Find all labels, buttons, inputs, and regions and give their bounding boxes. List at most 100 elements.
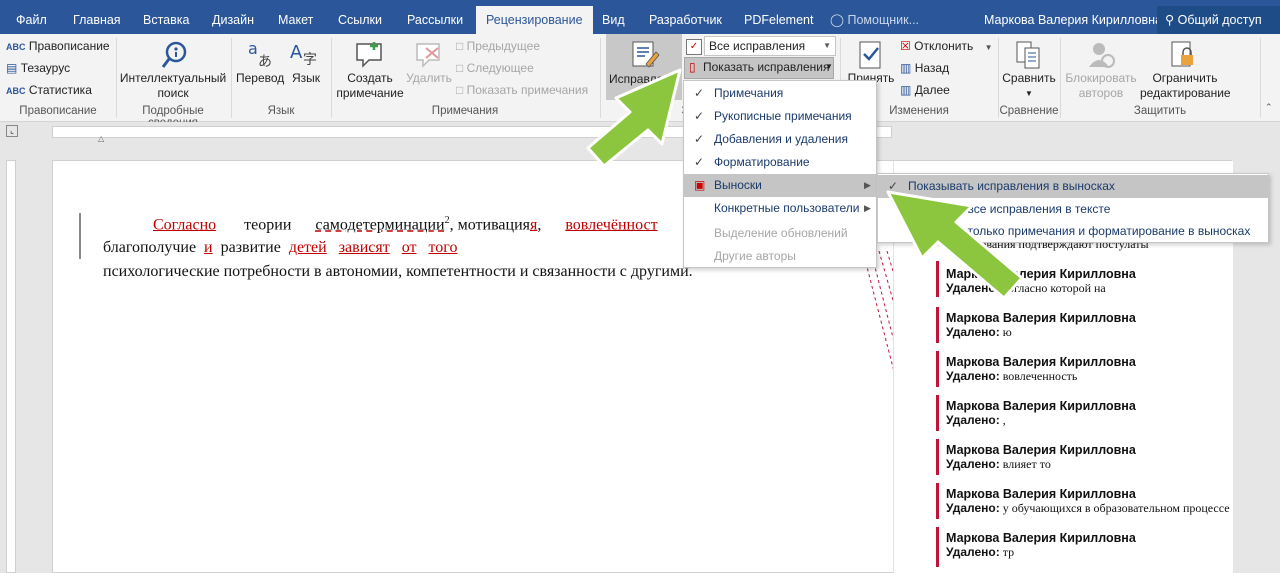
lightbulb-icon: ◯: [830, 13, 844, 27]
doc-text: теории: [244, 216, 292, 234]
change-bar: [79, 213, 81, 259]
menu-item-ink[interactable]: ✓ Рукописные примечания: [684, 105, 876, 128]
show-markup-label: Показать исправления: [703, 60, 830, 74]
balloon[interactable]: Маркова Валерия Кирилловна Удалено: влия…: [946, 443, 1246, 472]
balloon-author: Маркова Валерия Кирилловна: [946, 487, 1136, 501]
smart-lookup-button[interactable]: Интеллектуальный поиск: [118, 71, 228, 101]
balloon[interactable]: Маркова Валерия Кирилловна Удалено: ,: [946, 399, 1246, 428]
thesaurus-icon: ▤: [6, 61, 18, 75]
balloon-deleted-text: ,: [1002, 413, 1006, 427]
indent-marker-icon[interactable]: △: [98, 134, 104, 143]
delete-comment-button[interactable]: Удалить: [404, 71, 454, 86]
compare-button[interactable]: Сравнить ▼: [1000, 71, 1058, 101]
balloon[interactable]: Маркова Валерия Кирилловна Удалено: вовл…: [946, 355, 1246, 384]
chevron-down-icon: ▼: [825, 62, 833, 71]
show-markup-button[interactable]: ▯ Показать исправления ▼: [684, 57, 834, 79]
tab-view[interactable]: Вид: [602, 0, 625, 34]
word-count-button[interactable]: ABC Статистика: [6, 80, 92, 100]
tell-me-box[interactable]: ◯ Помощник...: [830, 0, 919, 34]
group-label-proofing: Правописание: [19, 105, 97, 117]
spelling-label: Правописание: [28, 39, 110, 53]
group-label-comments: Примечания: [431, 105, 499, 117]
tab-file[interactable]: Файл: [16, 0, 47, 34]
menu-item-insertions-deletions[interactable]: ✓ Добавления и удаления: [684, 128, 876, 151]
menu-item-balloons[interactable]: ▣ Выноски ▶: [684, 174, 876, 197]
thesaurus-label: Тезаурус: [20, 61, 71, 75]
menu-item-label: Выделение обновлений: [714, 226, 848, 240]
balloon[interactable]: Маркова Валерия Кирилловна Удалено: у об…: [946, 487, 1246, 516]
balloon-line: [936, 307, 939, 343]
balloon[interactable]: Маркова Валерия Кирилловна Удалено: ю: [946, 311, 1246, 340]
balloon-label: Удалено:: [946, 413, 1000, 427]
menu-item-specific-people[interactable]: Конкретные пользователи ▶: [684, 197, 876, 220]
menu-item-label: Другие авторы: [714, 249, 796, 263]
previous-change-icon: ▥: [900, 61, 912, 75]
vertical-ruler[interactable]: [0, 160, 22, 573]
chevron-right-icon: ▶: [864, 180, 871, 190]
doc-text: ,: [537, 216, 542, 234]
tab-insert[interactable]: Вставка: [143, 0, 189, 34]
inserted-text: Согласно: [153, 216, 217, 234]
next-change-icon: ▥: [900, 83, 912, 97]
menu-item-other-authors[interactable]: Другие авторы: [684, 245, 876, 268]
language-button[interactable]: Язык: [288, 71, 324, 86]
tab-design[interactable]: Дизайн: [212, 0, 254, 34]
previous-comment-button[interactable]: □ Предыдущее: [456, 36, 540, 56]
balloon-author: Маркова Валерия Кирилловна: [946, 531, 1136, 545]
inserted-text: от: [401, 239, 417, 256]
tab-mailings[interactable]: Рассылки: [407, 0, 463, 34]
language-icon: A 字: [290, 42, 317, 68]
tab-pdfelement[interactable]: PDFelement: [744, 0, 813, 34]
menu-item-formatting[interactable]: ✓ Форматирование: [684, 151, 876, 174]
reject-label: Отклонить: [914, 39, 974, 53]
tab-selector-icon[interactable]: ⌞: [6, 125, 18, 137]
previous-comment-icon: □: [456, 39, 464, 53]
share-button[interactable]: ⚲ Общий доступ: [1157, 6, 1280, 34]
accept-icon: [859, 41, 881, 69]
new-comment-button[interactable]: Создать примечание: [334, 71, 406, 101]
next-comment-icon: □: [456, 61, 464, 75]
display-for-review-select[interactable]: Все исправления ▼: [704, 36, 836, 56]
tab-home[interactable]: Главная: [73, 0, 121, 34]
balloon-deleted-text: ю: [1002, 325, 1012, 339]
chevron-down-icon: ▼: [823, 41, 831, 50]
previous-change-button[interactable]: ▥ Назад: [900, 58, 949, 78]
balloon[interactable]: Маркова Валерия Кирилловна Удалено: тр: [946, 531, 1246, 560]
tell-me-text: Помощник...: [847, 13, 920, 27]
group-label-protect: Защитить: [1133, 105, 1187, 117]
tab-references[interactable]: Ссылки: [338, 0, 382, 34]
balloons-icon: ▣: [694, 178, 706, 192]
reject-button[interactable]: ☒ Отклонить ▼: [900, 36, 992, 56]
block-authors-button[interactable]: Блокировать авторов: [1062, 71, 1140, 101]
group-divider: [1260, 38, 1261, 118]
restrict-editing-button[interactable]: Ограничить редактирование: [1140, 71, 1231, 101]
balloon-line: [936, 395, 939, 431]
translate-icon: a あ: [248, 39, 272, 70]
menu-item-highlight-updates[interactable]: Выделение обновлений: [684, 222, 876, 245]
block-authors-icon: [1089, 43, 1115, 68]
restrict-editing-label-1: Ограничить: [1152, 71, 1218, 85]
ribbon-tab-bar: Файл Главная Вставка Дизайн Макет Ссылки…: [0, 0, 1280, 34]
restrict-editing-icon: [1171, 41, 1193, 67]
show-comments-button[interactable]: □ Показать примечания: [456, 80, 588, 100]
smart-lookup-icon: [161, 41, 187, 68]
collapse-ribbon-icon[interactable]: ⌃: [1265, 102, 1273, 113]
balloon-line: [936, 527, 939, 567]
next-comment-label: Следующее: [466, 61, 534, 75]
thesaurus-button[interactable]: ▤ Тезаурус: [6, 58, 70, 78]
next-change-button[interactable]: ▥ Далее: [900, 80, 950, 100]
tab-developer[interactable]: Разработчик: [649, 0, 722, 34]
doc-text: , мотивация: [449, 216, 530, 234]
annotation-arrow-icon: [886, 190, 1024, 300]
new-comment-label-1: Создать: [347, 71, 393, 85]
tab-layout[interactable]: Макет: [278, 0, 313, 34]
balloon-deleted-text: у обучающихся в образовательном процессе: [1002, 501, 1230, 515]
spelling-button[interactable]: ABC Правописание: [6, 36, 110, 56]
balloon-author: Маркова Валерия Кирилловна: [946, 311, 1136, 325]
menu-item-comments[interactable]: ✓ Примечания: [684, 82, 876, 105]
tab-review[interactable]: Рецензирование: [476, 6, 593, 34]
compare-label: Сравнить: [1002, 71, 1056, 85]
balloon-label: Удалено:: [946, 325, 1000, 339]
next-comment-button[interactable]: □ Следующее: [456, 58, 534, 78]
translate-button[interactable]: Перевод: [236, 71, 284, 86]
